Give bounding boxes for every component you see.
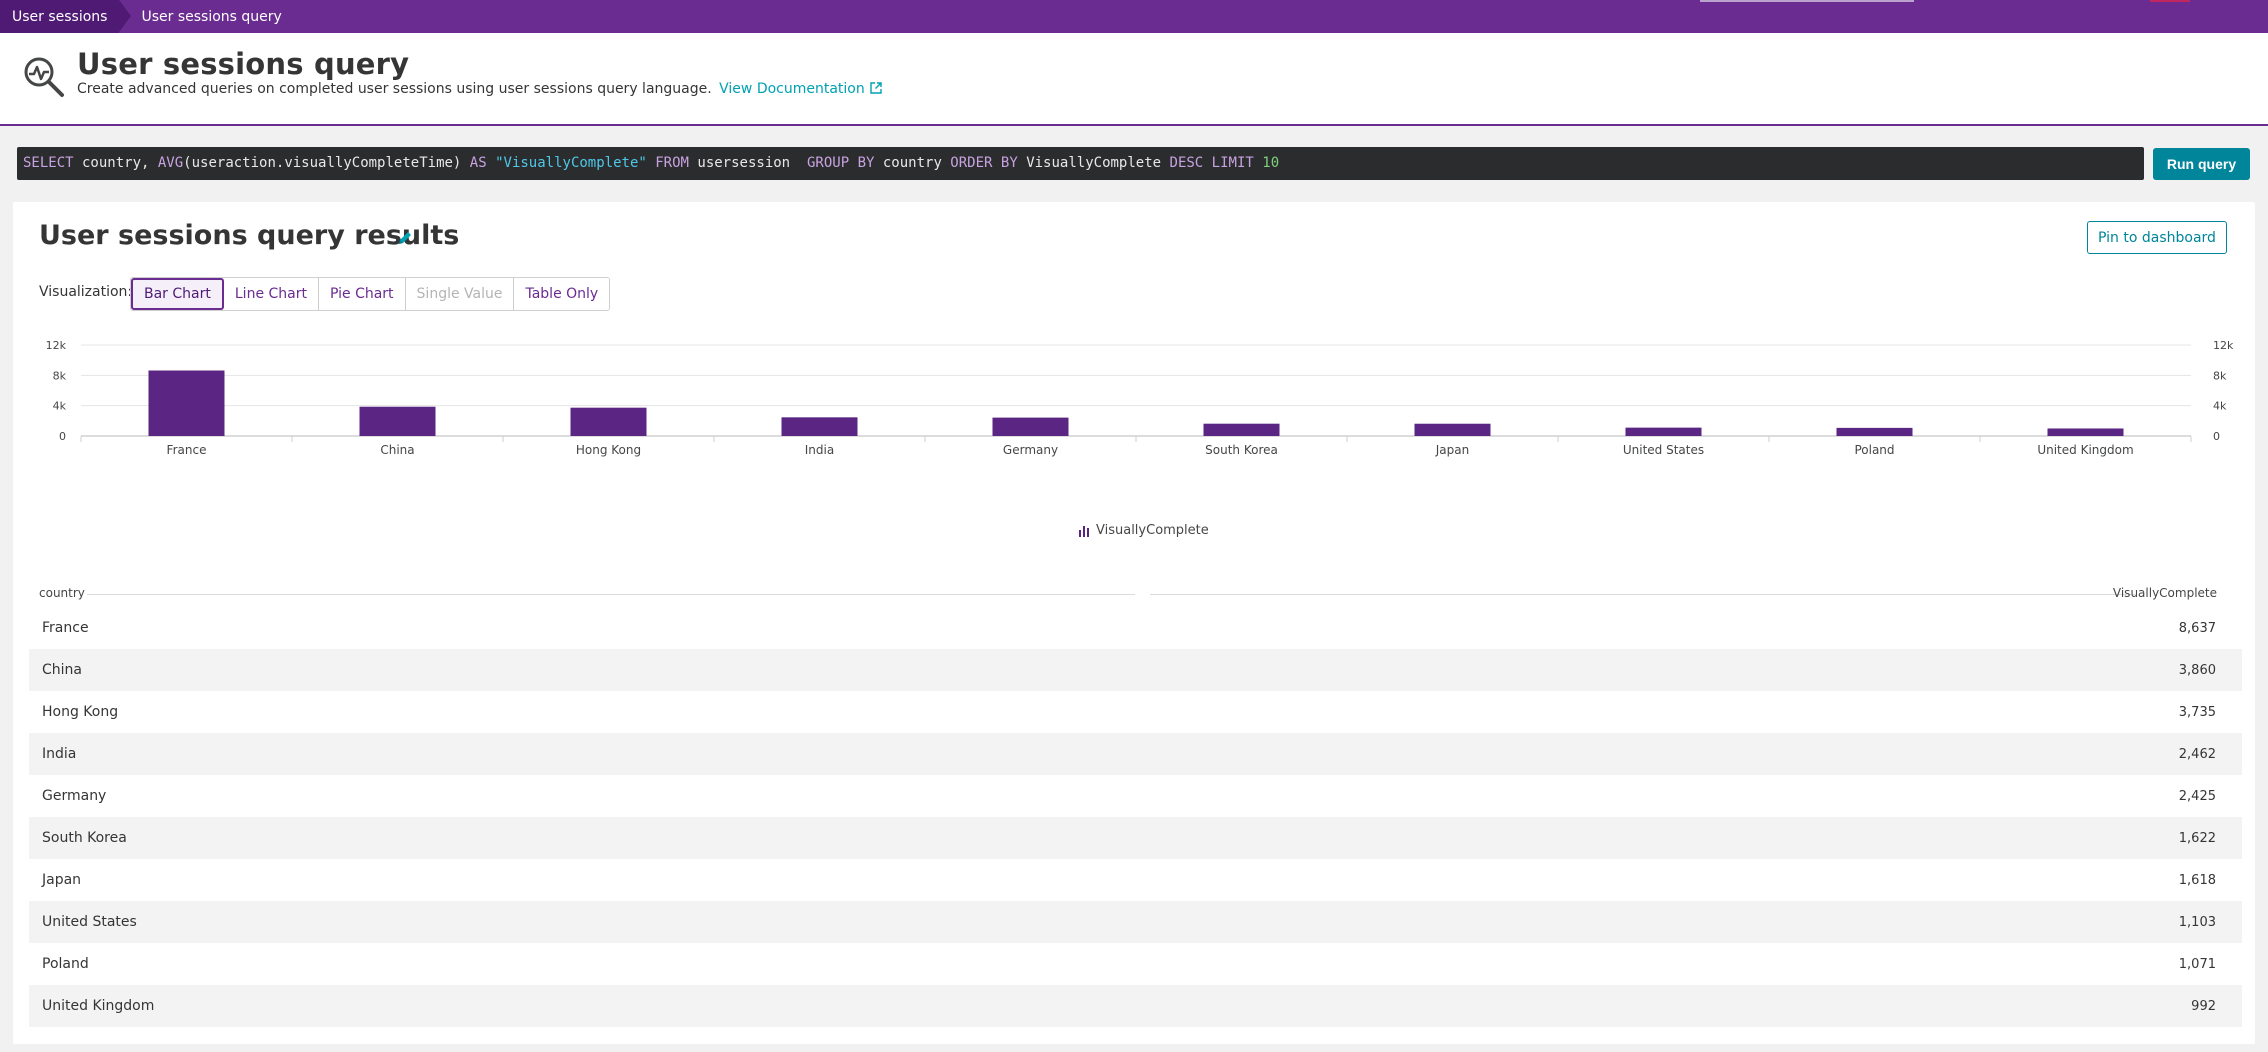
bar[interactable]	[781, 417, 858, 436]
page-subtitle: Create advanced queries on completed use…	[77, 81, 882, 97]
bar[interactable]	[570, 407, 647, 436]
value-cell: 3,735	[2178, 704, 2216, 720]
bar[interactable]	[359, 406, 436, 436]
x-tick-label: United States	[1623, 443, 1704, 457]
view-documentation-link[interactable]: View Documentation	[719, 81, 882, 97]
country-cell: India	[42, 746, 77, 762]
country-cell: Japan	[42, 872, 82, 888]
bar-chart: 0 0 4k 4k 8k 8k 12k 12k France China Hong Kong Indi…	[46, 339, 2234, 457]
bar[interactable]	[992, 417, 1069, 436]
table-row: United Kingdom 992	[29, 985, 2242, 1027]
breadcrumb-item-current: User sessions query	[141, 8, 282, 25]
country-cell: United Kingdom	[42, 998, 155, 1014]
table-row: France 8,637	[29, 607, 2242, 649]
value-cell: 2,462	[2178, 746, 2216, 762]
run-query-button[interactable]: Run query	[2153, 148, 2250, 180]
table-row: United States 1,103	[29, 901, 2242, 943]
value-cell: 8,637	[2178, 620, 2216, 636]
table-row: China 3,860	[29, 649, 2242, 691]
x-tick-label: Japan	[1435, 443, 1469, 457]
y-tick-label-right: 12k	[2213, 339, 2234, 352]
viz-table-only-button[interactable]: Table Only	[514, 278, 610, 310]
y-tick-label: 0	[59, 430, 66, 443]
page-title: User sessions query	[77, 47, 410, 81]
value-cell: 1,622	[2178, 830, 2216, 846]
country-cell: Hong Kong	[42, 704, 119, 720]
y-tick-label: 12k	[46, 339, 67, 352]
bar[interactable]	[2047, 428, 2124, 436]
header-divider	[1150, 594, 2135, 595]
table-header: country VisuallyComplete	[29, 582, 2242, 607]
value-cell: 1,103	[2178, 914, 2216, 930]
x-tick-label: China	[380, 443, 414, 457]
x-tick-label: France	[167, 443, 207, 457]
y-tick-label: 8k	[53, 369, 67, 382]
pencil-icon[interactable]	[397, 230, 413, 246]
country-cell: Poland	[42, 956, 89, 972]
value-cell: 2,425	[2178, 788, 2216, 804]
subtitle-text: Create advanced queries on completed use…	[77, 81, 712, 97]
topbar-indicator-alert	[2150, 0, 2190, 2]
breadcrumb-item-user-sessions[interactable]: User sessions	[0, 0, 133, 33]
legend-label: VisuallyComplete	[1096, 523, 1209, 538]
doc-link-label: View Documentation	[719, 81, 865, 97]
x-tick-label: Hong Kong	[576, 443, 641, 457]
value-cell: 1,618	[2178, 872, 2216, 888]
x-tick-label: Poland	[1854, 443, 1894, 457]
table-row: Germany 2,425	[29, 775, 2242, 817]
bar-series-icon	[1079, 525, 1089, 537]
topbar-indicator	[1700, 0, 1914, 2]
viz-bar-chart-button[interactable]: Bar Chart	[131, 278, 224, 310]
bar[interactable]	[1203, 423, 1280, 436]
y-tick-label-right: 0	[2213, 430, 2220, 443]
table-row: Poland 1,071	[29, 943, 2242, 985]
country-cell: Germany	[42, 788, 107, 804]
results-panel: User sessions query results Pin to dashb…	[13, 202, 2255, 1044]
country-cell: South Korea	[42, 830, 127, 846]
bar[interactable]	[1625, 427, 1702, 436]
column-header-visuallycomplete[interactable]: VisuallyComplete	[2113, 586, 2217, 600]
bar[interactable]	[148, 370, 225, 436]
column-header-country[interactable]: country	[39, 586, 85, 600]
y-tick-label-right: 4k	[2213, 400, 2227, 413]
viz-pie-chart-button[interactable]: Pie Chart	[318, 278, 406, 310]
viz-single-value-button: Single Value	[405, 278, 515, 310]
query-magnifier-icon	[24, 57, 64, 97]
x-tick-label: India	[805, 443, 834, 457]
y-tick-label-right: 8k	[2213, 369, 2227, 382]
page-header: User sessions query Create advanced quer…	[0, 33, 2268, 126]
bar[interactable]	[1836, 427, 1913, 436]
visualization-switcher: Bar Chart Line Chart Pie Chart Single Va…	[130, 277, 611, 311]
country-cell: France	[42, 620, 89, 636]
viz-line-chart-button[interactable]: Line Chart	[223, 278, 319, 310]
country-cell: United States	[42, 914, 137, 930]
value-cell: 3,860	[2178, 662, 2216, 678]
breadcrumb: User sessions User sessions query	[0, 0, 2268, 33]
country-cell: China	[42, 662, 82, 678]
table-row: Japan 1,618	[29, 859, 2242, 901]
value-cell: 992	[2191, 998, 2216, 1014]
y-tick-label: 4k	[53, 400, 67, 413]
external-link-icon	[870, 82, 882, 94]
table-row: South Korea 1,622	[29, 817, 2242, 859]
x-tick-label: South Korea	[1205, 443, 1278, 457]
value-cell: 1,071	[2178, 956, 2216, 972]
header-divider	[87, 594, 1135, 595]
x-tick-label: Germany	[1003, 443, 1058, 457]
x-tick-label: United Kingdom	[2037, 443, 2133, 457]
table-row: Hong Kong 3,735	[29, 691, 2242, 733]
visualization-label: Visualization:	[39, 284, 133, 300]
query-editor[interactable]: SELECT country, AVG(useraction.visuallyC…	[17, 147, 2144, 180]
table-row: India 2,462	[29, 733, 2242, 775]
results-table: France 8,637 China 3,860 Hong Kong 3,735 India…	[29, 607, 2242, 1027]
bar[interactable]	[1414, 423, 1491, 436]
pin-to-dashboard-button[interactable]: Pin to dashboard	[2087, 221, 2227, 254]
chart-legend[interactable]: VisuallyComplete	[1078, 523, 1209, 538]
